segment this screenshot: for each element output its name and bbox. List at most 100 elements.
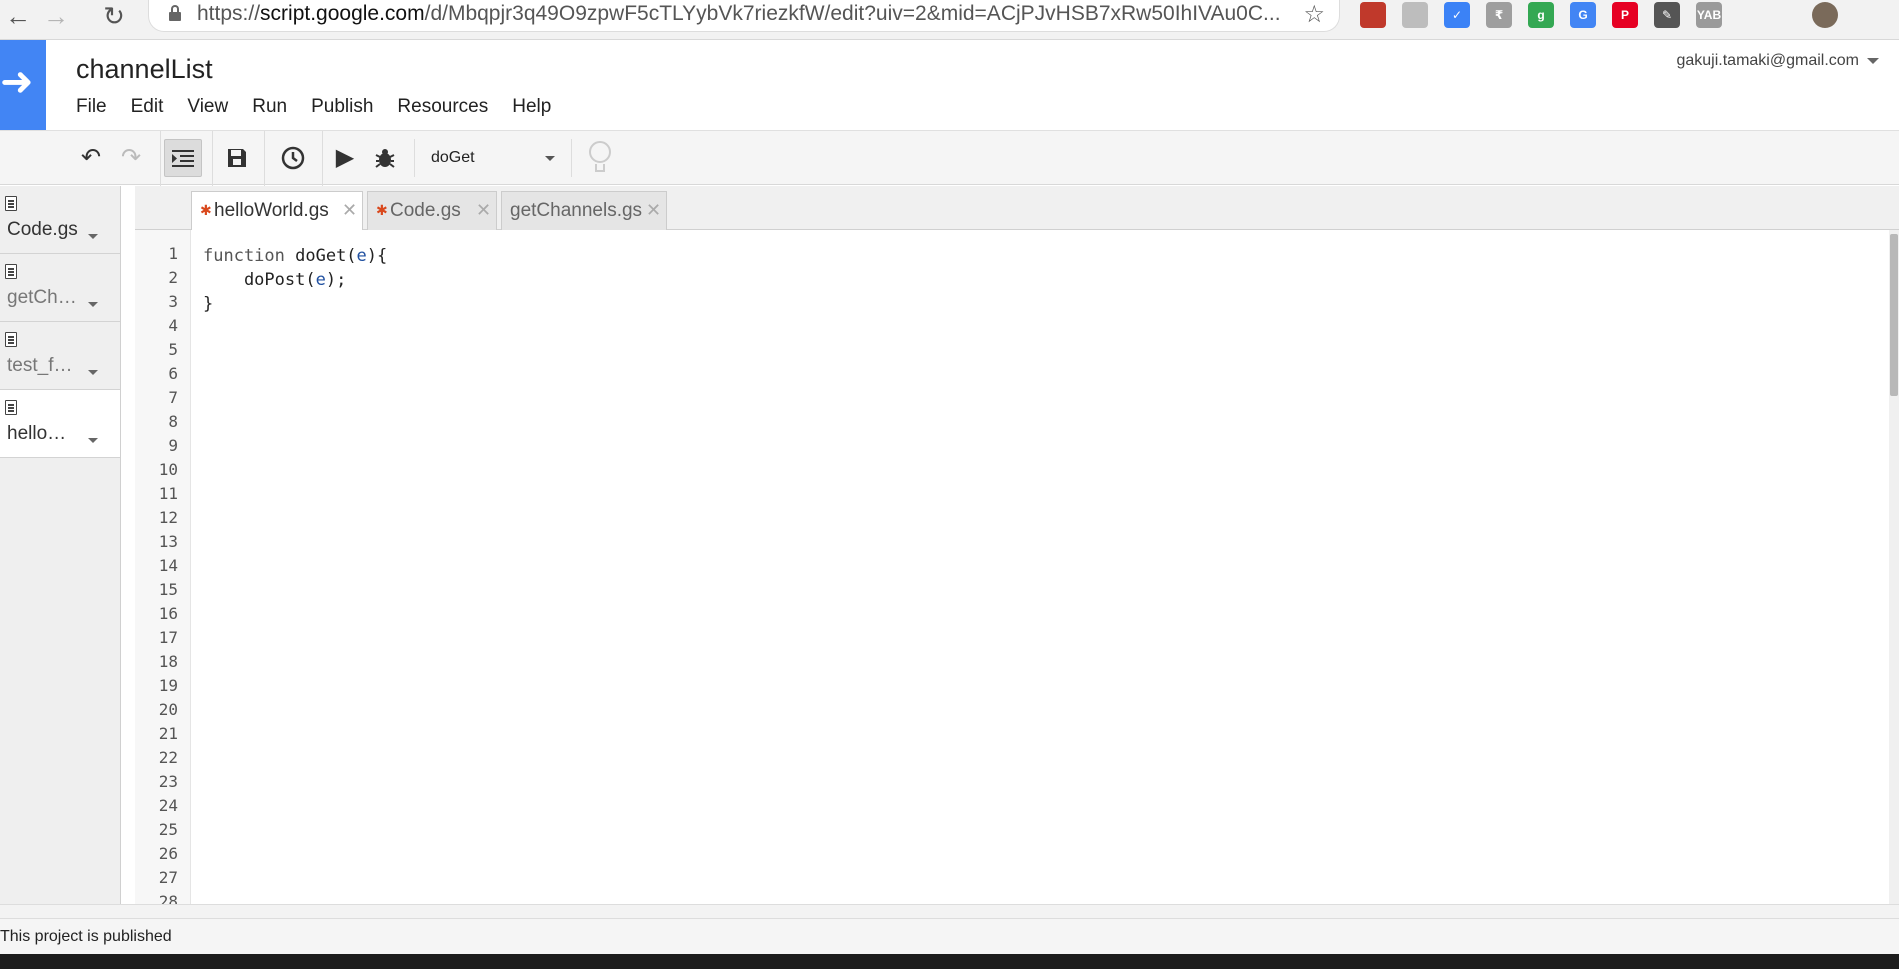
code-editor[interactable]: 1 2 3 4 5 6 7 8 9 10 11 12 13 14 15 16 17 18 19 20 21 22 23 24 2… (135, 230, 1899, 904)
line-number: 17 (158, 628, 178, 647)
line-number: 10 (158, 460, 178, 479)
account-email[interactable]: gakuji.tamaki@gmail.com (1676, 52, 1859, 70)
tab-getchannels[interactable]: getChannels.gs ✕ (501, 191, 667, 230)
run-play-icon[interactable]: ▶ (326, 139, 364, 177)
file-icon (5, 400, 17, 415)
close-icon[interactable]: ✕ (476, 200, 491, 221)
extension-google-icon[interactable]: g (1528, 2, 1554, 28)
line-number: 7 (168, 388, 178, 407)
line-number: 26 (158, 844, 178, 863)
extension-rupee-icon[interactable]: ₹ (1486, 2, 1512, 28)
line-number: 13 (158, 532, 178, 551)
menu-edit[interactable]: Edit (131, 96, 164, 118)
line-number: 19 (158, 676, 178, 695)
chevron-down-icon[interactable] (88, 438, 98, 443)
address-bar[interactable]: https://script.google.com/d/Mbqpjr3q49O9… (148, 0, 1340, 32)
file-item-test[interactable]: test_f… (0, 322, 120, 390)
menu-file[interactable]: File (76, 96, 107, 118)
tab-label: getChannels.gs (510, 200, 643, 221)
extension-red-bars-icon[interactable] (1360, 2, 1386, 28)
line-number: 6 (168, 364, 178, 383)
forward-arrow-icon[interactable]: → (40, 2, 72, 30)
status-bar: This project is published (0, 918, 1899, 954)
extension-pinterest-icon[interactable]: P (1612, 2, 1638, 28)
line-number: 23 (158, 772, 178, 791)
menu-resources[interactable]: Resources (397, 96, 488, 118)
file-name: Code.gs (7, 219, 78, 240)
file-item-getchannels[interactable]: getCh… (0, 254, 120, 322)
line-number: 9 (168, 436, 178, 455)
lock-icon (169, 5, 181, 21)
chevron-down-icon[interactable] (88, 302, 98, 307)
redo-icon[interactable]: ↷ (112, 139, 150, 177)
line-number: 15 (158, 580, 178, 599)
chevron-down-icon[interactable] (88, 370, 98, 375)
file-item-code[interactable]: Code.gs (0, 186, 120, 254)
horizontal-scrollbar[interactable] (0, 904, 1899, 918)
line-number: 27 (158, 868, 178, 887)
undo-icon[interactable]: ↶ (72, 139, 110, 177)
os-taskbar (0, 954, 1899, 969)
extension-grey-swirl-icon[interactable] (1402, 2, 1428, 28)
extension-blue-check-icon[interactable]: ✓ (1444, 2, 1470, 28)
file-icon (5, 264, 17, 279)
line-number: 25 (158, 820, 178, 839)
avatar[interactable] (1812, 2, 1838, 28)
lightbulb-icon[interactable] (586, 141, 614, 175)
bookmark-star-icon[interactable]: ☆ (1303, 0, 1325, 29)
chevron-down-icon[interactable] (88, 234, 98, 239)
file-icon (5, 196, 17, 211)
line-number: 14 (158, 556, 178, 575)
file-icon (5, 332, 17, 347)
line-number-gutter: 1 2 3 4 5 6 7 8 9 10 11 12 13 14 15 16 17 18 19 20 21 22 23 24 2… (135, 230, 191, 904)
modified-asterisk-icon: ✱ (200, 202, 212, 218)
apps-script-logo[interactable]: ➜ (0, 40, 46, 130)
status-text: This project is published (0, 928, 172, 945)
chevron-down-icon[interactable] (1867, 58, 1879, 64)
line-number: 2 (168, 268, 178, 287)
menu-run[interactable]: Run (252, 96, 287, 118)
tab-label: helloWorld.gs (214, 200, 329, 221)
extension-yab-icon[interactable]: YAB (1696, 2, 1722, 28)
arrow-right-icon: ➜ (0, 60, 34, 104)
vertical-scrollbar[interactable] (1889, 230, 1899, 904)
file-name: getCh… (7, 287, 77, 308)
close-icon[interactable]: ✕ (646, 200, 661, 221)
code-content[interactable]: function doGet(e){ doPost(e); } (203, 244, 387, 316)
function-select-value: doGet (431, 149, 475, 166)
line-number: 24 (158, 796, 178, 815)
chevron-down-icon (545, 156, 555, 161)
menu-help[interactable]: Help (512, 96, 551, 118)
function-select[interactable]: doGet (414, 139, 572, 177)
url-text[interactable]: https://script.google.com/d/Mbqpjr3q49O9… (197, 2, 1281, 26)
scrollbar-thumb[interactable] (1890, 234, 1898, 396)
line-number: 11 (158, 484, 178, 503)
editor-tabs: ✱ helloWorld.gs ✕ ✱ Code.gs ✕ getChannel… (135, 186, 1899, 231)
extension-translate-icon[interactable]: G (1570, 2, 1596, 28)
back-arrow-icon[interactable]: ← (2, 2, 34, 30)
save-icon[interactable] (218, 139, 256, 177)
file-name: test_f… (7, 355, 73, 376)
project-title[interactable]: channelList (76, 54, 213, 85)
tab-code[interactable]: ✱ Code.gs ✕ (367, 191, 497, 230)
debug-bug-icon[interactable] (366, 139, 404, 177)
line-number: 20 (158, 700, 178, 719)
line-number: 22 (158, 748, 178, 767)
browser-toolbar: ← → ↻ https://script.google.com/d/Mbqpjr… (0, 0, 1899, 40)
menu-view[interactable]: View (187, 96, 228, 118)
line-number: 5 (168, 340, 178, 359)
file-list-panel: Code.gs getCh… test_f… hello… (0, 186, 121, 904)
code-line: function doGet(e){ (203, 246, 388, 266)
indent-icon[interactable] (164, 139, 202, 177)
file-item-helloworld[interactable]: hello… (0, 390, 120, 458)
extension-eyedropper-icon[interactable]: ✎ (1654, 2, 1680, 28)
line-number: 3 (168, 292, 178, 311)
menu-publish[interactable]: Publish (311, 96, 373, 118)
line-number: 1 (168, 244, 178, 263)
reload-icon[interactable]: ↻ (98, 2, 130, 30)
file-name: hello… (7, 423, 67, 444)
line-number: 18 (158, 652, 178, 671)
triggers-clock-icon[interactable] (274, 139, 312, 177)
close-icon[interactable]: ✕ (342, 200, 357, 221)
tab-helloworld[interactable]: ✱ helloWorld.gs ✕ (191, 191, 363, 231)
